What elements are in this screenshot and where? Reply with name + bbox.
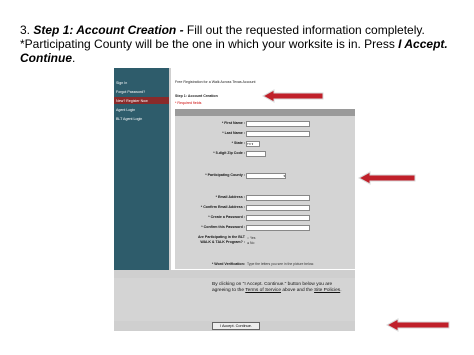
last-name-field[interactable]	[246, 131, 310, 137]
arrow-county-icon	[358, 171, 416, 185]
state-label: * State :	[231, 141, 245, 145]
blt-yes-label: Yes	[249, 236, 256, 240]
site-policies-link[interactable]: Site Policies	[314, 288, 340, 293]
sidebar: Sign In Forgot Password? New? Register N…	[114, 68, 169, 270]
sidebar-item-register[interactable]: New? Register Now	[116, 99, 148, 103]
instruction-text: 3. Step 1: Account Creation - Fill out t…	[20, 23, 466, 65]
form-header-bar	[175, 109, 355, 116]
terms-of-service-link[interactable]: Terms of Service	[245, 288, 281, 293]
county-label: * Participating County :	[205, 173, 245, 177]
agreement-text: By clicking on "I Accept. Continue." but…	[212, 282, 352, 294]
blt-no-option[interactable]: ● No	[247, 241, 254, 245]
page-title: Free Registration for a Walk Across Texa…	[175, 80, 256, 84]
arrow-accept-icon	[386, 318, 450, 332]
agreement-text-b: above and the	[280, 288, 315, 293]
confirm-password-label: * Confirm this Password :	[201, 225, 245, 229]
agreement-panel: By clicking on "I Accept. Continue." but…	[114, 278, 355, 321]
sidebar-item-sign-in[interactable]: Sign In	[116, 81, 127, 85]
form-box: * First Name : * Last Name : * State : T…	[175, 109, 355, 269]
create-password-label: * Create a Password :	[208, 215, 245, 219]
county-select[interactable]: ▾	[246, 173, 286, 179]
accept-continue-button[interactable]: I Accept. Continue.	[212, 322, 260, 330]
sidebar-item-blt-agent-login[interactable]: BLT Agent Login	[116, 117, 142, 121]
zip-field[interactable]	[246, 151, 266, 157]
confirm-email-label: * Confirm Email Address :	[200, 205, 245, 209]
first-name-field[interactable]	[246, 121, 310, 127]
blt-yes-option[interactable]: ○ Yes	[247, 236, 255, 240]
state-select[interactable]: TX ▾	[246, 141, 260, 147]
instruction-end: .	[72, 51, 76, 65]
email-field[interactable]	[246, 195, 310, 201]
last-name-label: * Last Name :	[222, 131, 245, 135]
arrow-step-title-icon	[262, 89, 324, 103]
word-verification-label: * Word Verification:	[211, 262, 245, 266]
step-title: Step 1: Account Creation -	[33, 23, 184, 37]
sidebar-item-forgot-password[interactable]: Forgot Password?	[116, 90, 145, 94]
email-label: * Email Address :	[215, 195, 245, 199]
registration-screenshot: Sign In Forgot Password? New? Register N…	[114, 68, 355, 331]
verification-note: Type the letters you see in the picture …	[247, 262, 314, 266]
zip-label: * 5-digit Zip Code :	[213, 151, 245, 155]
first-name-label: * First Name :	[221, 121, 245, 125]
blt-no-label: No	[250, 241, 255, 245]
sidebar-item-agent-login[interactable]: Agent Login	[116, 108, 135, 112]
step-heading: Step 1: Account Creation	[175, 94, 218, 98]
agreement-text-c: .	[340, 288, 342, 293]
state-value: TX	[247, 142, 251, 146]
step-number: 3.	[20, 23, 31, 37]
blt-question-label: Are Participating in the BLT WALK & TALK…	[197, 235, 245, 244]
required-note: * Required fields	[175, 101, 202, 105]
confirm-password-field[interactable]	[246, 225, 310, 231]
create-password-field[interactable]	[246, 215, 310, 221]
confirm-email-field[interactable]	[246, 205, 310, 211]
